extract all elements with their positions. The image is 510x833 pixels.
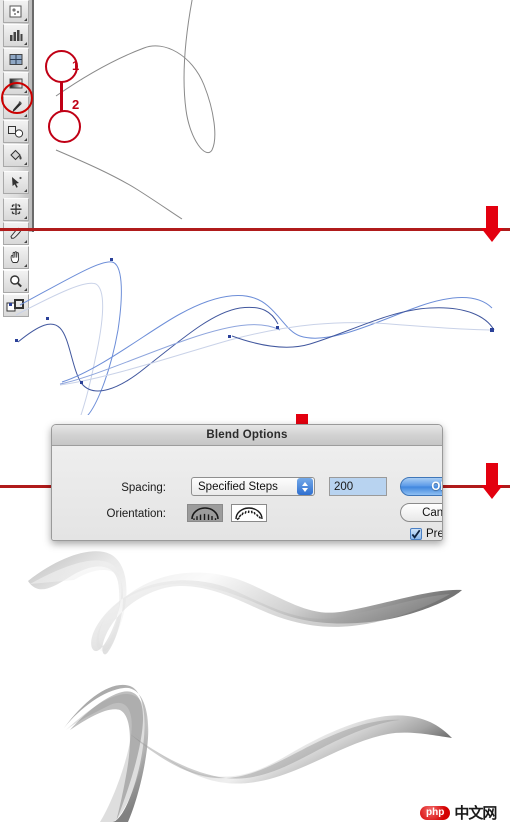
red-arrow-after-dialog [481, 463, 503, 499]
watermark: php 中文网 [420, 802, 497, 823]
tool-mesh[interactable] [3, 48, 29, 71]
live-paint-bucket-icon [10, 149, 22, 161]
spacing-label: Spacing: [121, 482, 166, 494]
tool-eyedropper[interactable] [3, 96, 29, 119]
mesh-icon [9, 54, 23, 65]
dialog-body: Spacing: Specified Steps 200 Orientation… [52, 446, 443, 540]
annotation-number-2: 2 [72, 97, 80, 112]
watermark-badge: php [420, 805, 451, 820]
spacing-select[interactable]: Specified Steps [191, 477, 315, 496]
orientation-align-to-path-button[interactable] [231, 504, 267, 522]
tool-blend[interactable] [3, 120, 29, 143]
tools-palette[interactable] [0, 0, 34, 317]
preview-checkbox-row[interactable]: Preview [410, 528, 443, 540]
blend-options-dialog[interactable]: Blend Options Spacing: Specified Steps 2… [51, 424, 443, 541]
preview-label: Preview [426, 528, 443, 540]
spacing-stepper-icon[interactable] [297, 478, 313, 495]
arrow-stem [486, 463, 498, 485]
free-transform-icon [10, 203, 22, 215]
ok-button[interactable]: OK [400, 477, 442, 496]
align-to-path-icon [235, 506, 263, 520]
annotation-circle-2 [48, 110, 81, 143]
tool-live-paint-bucket[interactable] [3, 144, 29, 167]
chevron-down-icon [302, 487, 308, 492]
tool-free-transform[interactable] [3, 198, 29, 221]
arrow-head [481, 228, 503, 242]
annotation-number-1: 1 [72, 58, 80, 73]
symbol-sprayer-icon [9, 5, 22, 18]
live-paint-selection-icon [12, 176, 22, 188]
blend-result-dark-ribbon [64, 684, 452, 822]
divider-rule-1 [0, 228, 510, 231]
blended-bezier-paths [9, 258, 495, 415]
align-to-page-icon [191, 506, 219, 520]
tool-column-graph[interactable] [3, 24, 29, 47]
tool-eraser[interactable] [3, 222, 29, 245]
watermark-text: 中文网 [454, 804, 497, 822]
chevron-up-icon [302, 481, 308, 486]
eyedropper-icon [12, 101, 22, 112]
checkmark-icon [411, 529, 421, 539]
orientation-label: Orientation: [106, 508, 166, 520]
orientation-align-to-page-button[interactable] [187, 504, 223, 522]
column-graph-icon [10, 30, 23, 41]
source-paths-artwork [55, 0, 216, 220]
arrow-head [481, 485, 503, 499]
spacing-select-value: Specified Steps [198, 480, 278, 493]
blend-result-light-ribbon [28, 551, 462, 655]
tool-symbol-sprayer[interactable] [3, 0, 29, 23]
red-arrow-after-step1 [481, 206, 503, 242]
tool-gradient[interactable] [3, 72, 29, 95]
cancel-button[interactable]: Cancel [400, 503, 442, 522]
arrow-stem [486, 206, 498, 228]
preview-checkbox[interactable] [410, 528, 422, 540]
gradient-icon [9, 78, 23, 89]
annotation-connector [60, 82, 63, 112]
steps-input[interactable]: 200 [329, 477, 387, 496]
screenshot-root: 1 2 Blend Options Spacing: Specified Ste… [0, 0, 510, 833]
tool-live-paint-selection[interactable] [3, 171, 29, 194]
illustrator-canvas-top [34, 0, 510, 232]
blend-icon [8, 126, 24, 138]
dialog-title: Blend Options [52, 425, 442, 446]
